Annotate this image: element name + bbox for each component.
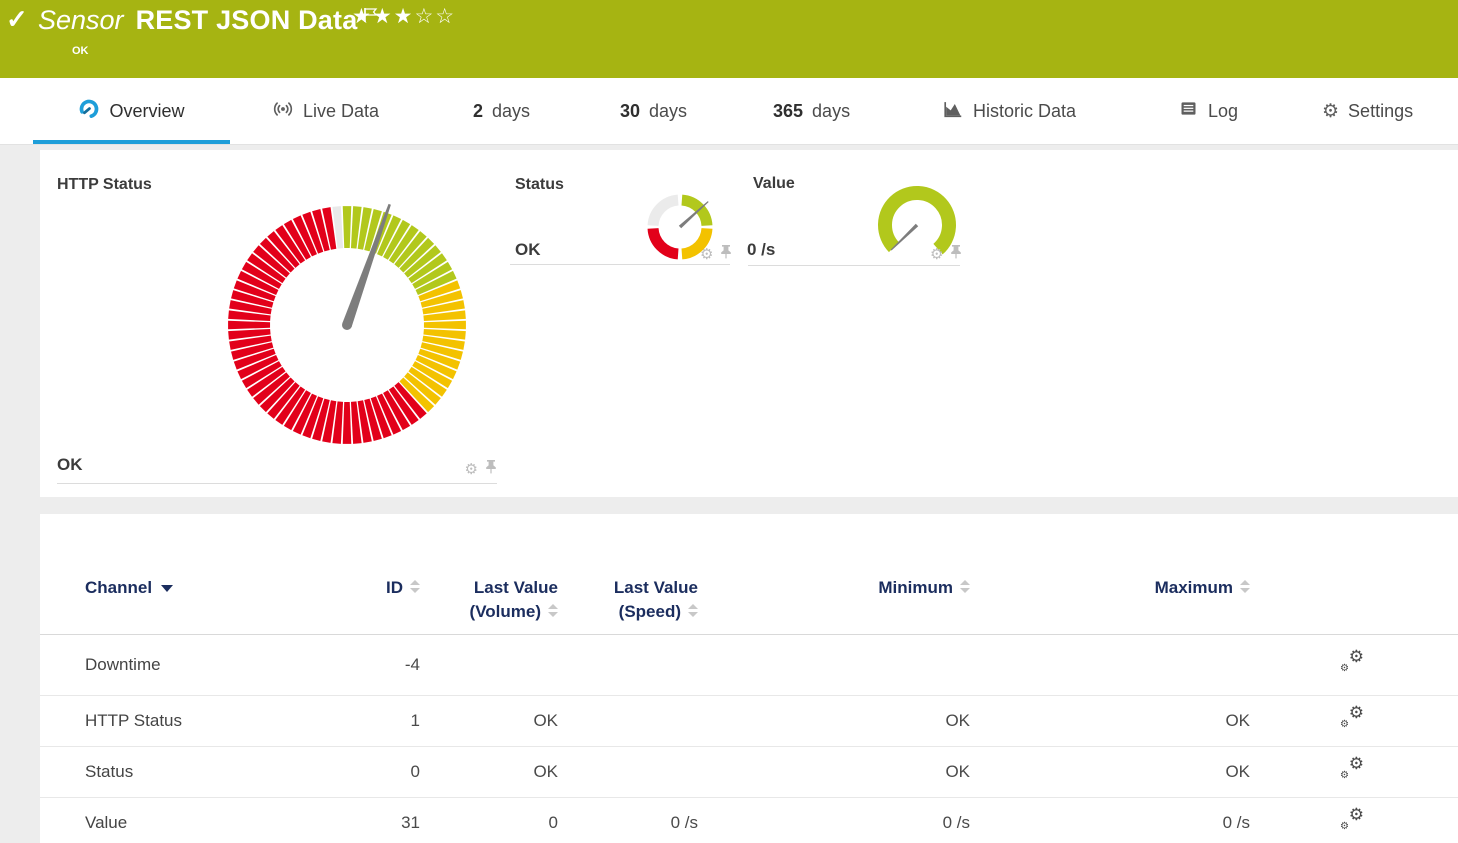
channel-id: -4 <box>404 654 420 674</box>
sort-icon <box>1240 580 1250 594</box>
log-icon <box>1178 98 1199 124</box>
status-gauge-value: OK <box>515 240 541 259</box>
value-tile-actions: ⚙ <box>930 244 962 264</box>
minimum-value: OK <box>945 761 970 781</box>
last-value-speed <box>558 746 698 797</box>
last-value-speed: 0 /s <box>670 812 698 832</box>
last-value-volume: OK <box>533 710 558 730</box>
value-gauge-title: Value <box>753 175 795 192</box>
maximum-value: OK <box>1225 710 1250 730</box>
column-header-last-value-volume[interactable]: Last Value (Volume) <box>420 564 558 634</box>
table-row[interactable]: HTTP Status 1 OK OK OK ⚙ ⚙ <box>40 695 1458 746</box>
tab-label: days <box>649 100 688 121</box>
channel-name[interactable]: Status <box>40 746 300 797</box>
channel-settings-gears-icon[interactable]: ⚙ ⚙ <box>1340 755 1364 781</box>
tab-overview[interactable]: Overview <box>33 78 230 144</box>
channel-settings-gears-icon[interactable]: ⚙ ⚙ <box>1340 806 1364 832</box>
column-header-minimum[interactable]: Minimum <box>698 564 970 634</box>
last-value-speed <box>558 695 698 746</box>
channel-name[interactable]: Value <box>40 797 300 843</box>
table-row[interactable]: Status 0 OK OK OK ⚙ ⚙ <box>40 746 1458 797</box>
column-header-id[interactable]: ID <box>300 564 420 634</box>
gear-icon[interactable]: ⚙ <box>930 247 943 262</box>
last-value-volume: OK <box>533 761 558 781</box>
tile-divider <box>748 265 960 266</box>
value-gauge-value: 0 /s <box>747 240 776 259</box>
sensor-header: ✓ Sensor REST JSON Data ★★★☆☆ OK <box>0 0 1458 78</box>
http-status-gauge[interactable] <box>212 190 482 460</box>
minimum-value: OK <box>945 710 970 730</box>
check-icon: ✓ <box>6 4 28 34</box>
channel-id: 0 <box>410 761 420 781</box>
minimum-value <box>698 634 970 695</box>
maximum-value: OK <box>1225 761 1250 781</box>
channel-name[interactable]: HTTP Status <box>40 695 300 746</box>
tile-divider <box>57 483 497 484</box>
pin-icon[interactable] <box>720 244 732 264</box>
channel-settings-gears-icon[interactable]: ⚙ ⚙ <box>1340 648 1364 674</box>
channel-name[interactable]: Downtime <box>40 634 300 695</box>
tab-label: days <box>812 100 851 121</box>
channel-id: 1 <box>410 710 420 730</box>
table-row[interactable]: Downtime -4 ⚙ ⚙ <box>40 634 1458 695</box>
pin-icon[interactable] <box>485 459 497 479</box>
column-header-settings <box>1250 564 1400 634</box>
sort-icon <box>410 580 420 594</box>
column-header-last-value-speed[interactable]: Last Value (Speed) <box>558 564 698 634</box>
tile-divider <box>510 264 730 265</box>
tab-historic-data[interactable]: Historic Data <box>942 78 1076 144</box>
gear-icon: ⚙ <box>1322 100 1340 122</box>
http-status-gauge-title: HTTP Status <box>57 176 152 193</box>
channel-table: Channel ID Last Value (Volume) Last Valu… <box>40 564 1458 843</box>
broadcast-icon <box>272 98 294 125</box>
sort-desc-icon <box>161 585 174 593</box>
page-title: REST JSON Data <box>135 5 358 35</box>
tab-label: Log <box>1208 100 1239 121</box>
tab-label: days <box>492 100 531 121</box>
tab-label: Historic Data <box>973 100 1077 121</box>
sort-icon <box>548 604 558 618</box>
minimum-value: 0 /s <box>942 812 970 832</box>
sensor-title-row: Sensor REST JSON Data <box>38 5 379 36</box>
column-header-maximum[interactable]: Maximum <box>970 564 1250 634</box>
last-value-speed <box>558 634 698 695</box>
maximum-value: 0 /s <box>1222 812 1250 832</box>
tab-30-days[interactable]: 30 days <box>620 78 687 144</box>
sensor-status-text: OK <box>72 45 89 57</box>
table-row[interactable]: Value 31 0 0 /s 0 /s 0 /s ⚙ ⚙ <box>40 797 1458 843</box>
maximum-value <box>970 634 1250 695</box>
tab-365-days[interactable]: 365 days <box>773 78 850 144</box>
tab-label: Overview <box>109 100 185 121</box>
gear-icon[interactable]: ⚙ <box>465 462 478 477</box>
tab-number: 365 <box>773 100 804 121</box>
status-tile-actions: ⚙ <box>700 244 732 264</box>
sort-icon <box>688 604 698 618</box>
overview-gauges-panel: HTTP Status OK ⚙ Status OK ⚙ Value 0 /s … <box>40 150 1458 497</box>
channel-table-panel: Channel ID Last Value (Volume) Last Valu… <box>40 514 1458 843</box>
http-status-gauge-value: OK <box>57 455 83 474</box>
status-gauge-title: Status <box>515 176 564 193</box>
pin-icon[interactable] <box>950 244 962 264</box>
gear-icon[interactable]: ⚙ <box>700 247 713 262</box>
tab-label: Live Data <box>303 100 380 121</box>
tab-log[interactable]: Log <box>1178 78 1238 144</box>
sensor-kind-label: Sensor <box>38 5 124 35</box>
gauge-icon <box>78 98 100 125</box>
tab-label: Settings <box>1348 100 1414 121</box>
tab-bar: Overview Live Data 2 days 30 days 365 da… <box>0 78 1458 145</box>
tab-number: 2 <box>473 100 484 121</box>
tab-settings[interactable]: ⚙ Settings <box>1322 78 1413 144</box>
area-chart-icon <box>942 98 964 125</box>
tab-2-days[interactable]: 2 days <box>473 78 530 144</box>
sort-icon <box>960 580 970 594</box>
column-header-channel[interactable]: Channel <box>40 564 300 634</box>
channel-id: 31 <box>401 812 420 832</box>
channel-settings-gears-icon[interactable]: ⚙ ⚙ <box>1340 704 1364 730</box>
last-value-volume: 0 <box>548 812 558 832</box>
http-status-tile-actions: ⚙ <box>465 459 497 479</box>
last-value-volume <box>420 634 558 695</box>
star-rating[interactable]: ★★★☆☆ <box>352 4 456 29</box>
tab-number: 30 <box>620 100 641 121</box>
tab-live-data[interactable]: Live Data <box>272 78 379 144</box>
